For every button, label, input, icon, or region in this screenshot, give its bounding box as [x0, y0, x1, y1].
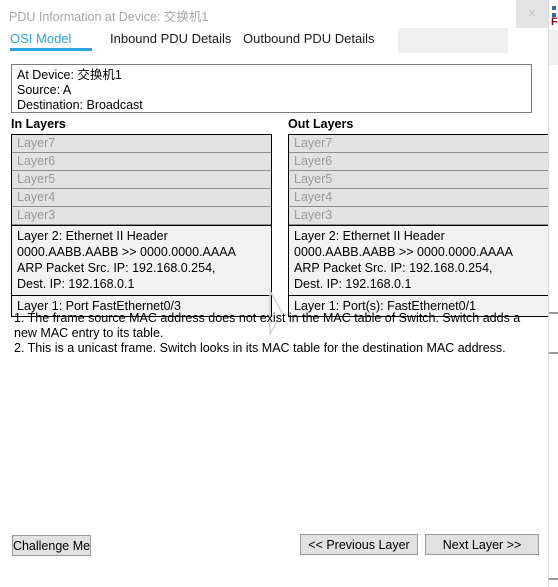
- next-layer-button[interactable]: Next Layer >>: [425, 534, 539, 555]
- out-layers-heading: Out Layers: [288, 117, 354, 131]
- tab-inbound-pdu-details-label: Inbound PDU Details: [110, 31, 232, 46]
- out-layer-row-3[interactable]: Layer3: [289, 207, 548, 225]
- out-layer-2-line-2: 0000.AABB.AABB >> 0000.0000.AAAA: [294, 245, 513, 259]
- previous-layer-button[interactable]: << Previous Layer: [300, 534, 418, 555]
- in-layer-row-3-label: Layer3: [17, 208, 56, 222]
- background-glyph: F: [551, 16, 558, 28]
- out-layer-row-3-label: Layer3: [294, 208, 333, 222]
- tab-outbound-pdu-details-label: Outbound PDU Details: [243, 31, 375, 46]
- out-layer-row-7-label: Layer7: [294, 136, 333, 150]
- out-layer-row-6[interactable]: Layer6: [289, 153, 548, 171]
- out-layer-2-line-4: Dest. IP: 192.168.0.1: [294, 277, 412, 291]
- in-layer-2-line-2: 0000.AABB.AABB >> 0000.0000.AAAA: [17, 245, 236, 259]
- out-layers-stack: Layer7 Layer6 Layer5 Layer4 Layer3 Layer…: [288, 134, 548, 317]
- tab-active-indicator: [10, 48, 92, 51]
- tab-strip-filler: [398, 28, 508, 53]
- out-layer-2-detail[interactable]: Layer 2: Ethernet II Header 0000.AABB.AA…: [289, 225, 548, 296]
- out-layer-2-line-3: ARP Packet Src. IP: 192.168.0.254,: [294, 261, 493, 275]
- title-bar: PDU Information at Device: 交换机1 ✕: [0, 0, 548, 28]
- in-layer-2-detail[interactable]: Layer 2: Ethernet II Header 0000.AABB.AA…: [12, 225, 271, 296]
- out-layer-row-4-label: Layer4: [294, 190, 333, 204]
- in-layers-stack: Layer7 Layer6 Layer5 Layer4 Layer3 Layer…: [11, 134, 272, 317]
- background-mark-1: [549, 312, 558, 314]
- osi-model-panel: At Device: 交换机1 Source: A Destination: B…: [0, 56, 548, 587]
- background-mark-2: [549, 352, 558, 354]
- in-layer-2-line-1: Layer 2: Ethernet II Header: [17, 229, 168, 243]
- in-layer-row-7[interactable]: Layer7: [12, 135, 271, 153]
- in-layer-2-line-4: Dest. IP: 192.168.0.1: [17, 277, 135, 291]
- summary-destination: Destination: Broadcast: [17, 98, 143, 112]
- tab-outbound-pdu-details[interactable]: Outbound PDU Details: [243, 28, 375, 56]
- out-layer-row-5[interactable]: Layer5: [289, 171, 548, 189]
- in-layer-row-5[interactable]: Layer5: [12, 171, 271, 189]
- explanation-note-2: 2. This is a unicast frame. Switch looks…: [14, 341, 506, 355]
- out-layer-row-7[interactable]: Layer7: [289, 135, 548, 153]
- background-mark-3: [549, 578, 558, 580]
- in-layer-row-4[interactable]: Layer4: [12, 189, 271, 207]
- explanation-notes: 1. The frame source MAC address does not…: [14, 311, 536, 356]
- explanation-note-1: 1. The frame source MAC address does not…: [14, 311, 521, 340]
- in-layer-row-6[interactable]: Layer6: [12, 153, 271, 171]
- out-layer-row-4[interactable]: Layer4: [289, 189, 548, 207]
- background-band: [549, 30, 558, 65]
- background-window-sliver: F: [548, 0, 558, 587]
- in-layer-row-5-label: Layer5: [17, 172, 56, 186]
- tab-osi-model[interactable]: OSI Model: [10, 28, 92, 56]
- close-button[interactable]: ✕: [516, 0, 548, 28]
- challenge-me-button[interactable]: Challenge Me: [12, 535, 91, 556]
- in-layer-row-7-label: Layer7: [17, 136, 56, 150]
- pdu-information-window: PDU Information at Device: 交换机1 ✕ OSI Mo…: [0, 0, 548, 587]
- summary-at-device: At Device: 交换机1: [17, 68, 122, 82]
- background-tick-1: [552, 6, 556, 10]
- in-layer-row-3[interactable]: Layer3: [12, 207, 271, 225]
- in-layer-row-6-label: Layer6: [17, 154, 56, 168]
- close-icon: ✕: [527, 7, 537, 20]
- window-title: PDU Information at Device: 交换机1: [9, 10, 209, 24]
- tab-strip: OSI Model Inbound PDU Details Outbound P…: [0, 28, 548, 56]
- in-layers-heading: In Layers: [11, 117, 66, 131]
- out-layer-row-5-label: Layer5: [294, 172, 333, 186]
- out-layer-2-line-1: Layer 2: Ethernet II Header: [294, 229, 445, 243]
- out-layer-row-6-label: Layer6: [294, 154, 333, 168]
- summary-source: Source: A: [17, 83, 72, 97]
- tab-osi-model-label: OSI Model: [10, 31, 72, 46]
- pdu-summary-box: At Device: 交换机1 Source: A Destination: B…: [11, 64, 532, 113]
- tab-inbound-pdu-details[interactable]: Inbound PDU Details: [110, 28, 231, 56]
- in-layer-2-line-3: ARP Packet Src. IP: 192.168.0.254,: [17, 261, 216, 275]
- in-layer-row-4-label: Layer4: [17, 190, 56, 204]
